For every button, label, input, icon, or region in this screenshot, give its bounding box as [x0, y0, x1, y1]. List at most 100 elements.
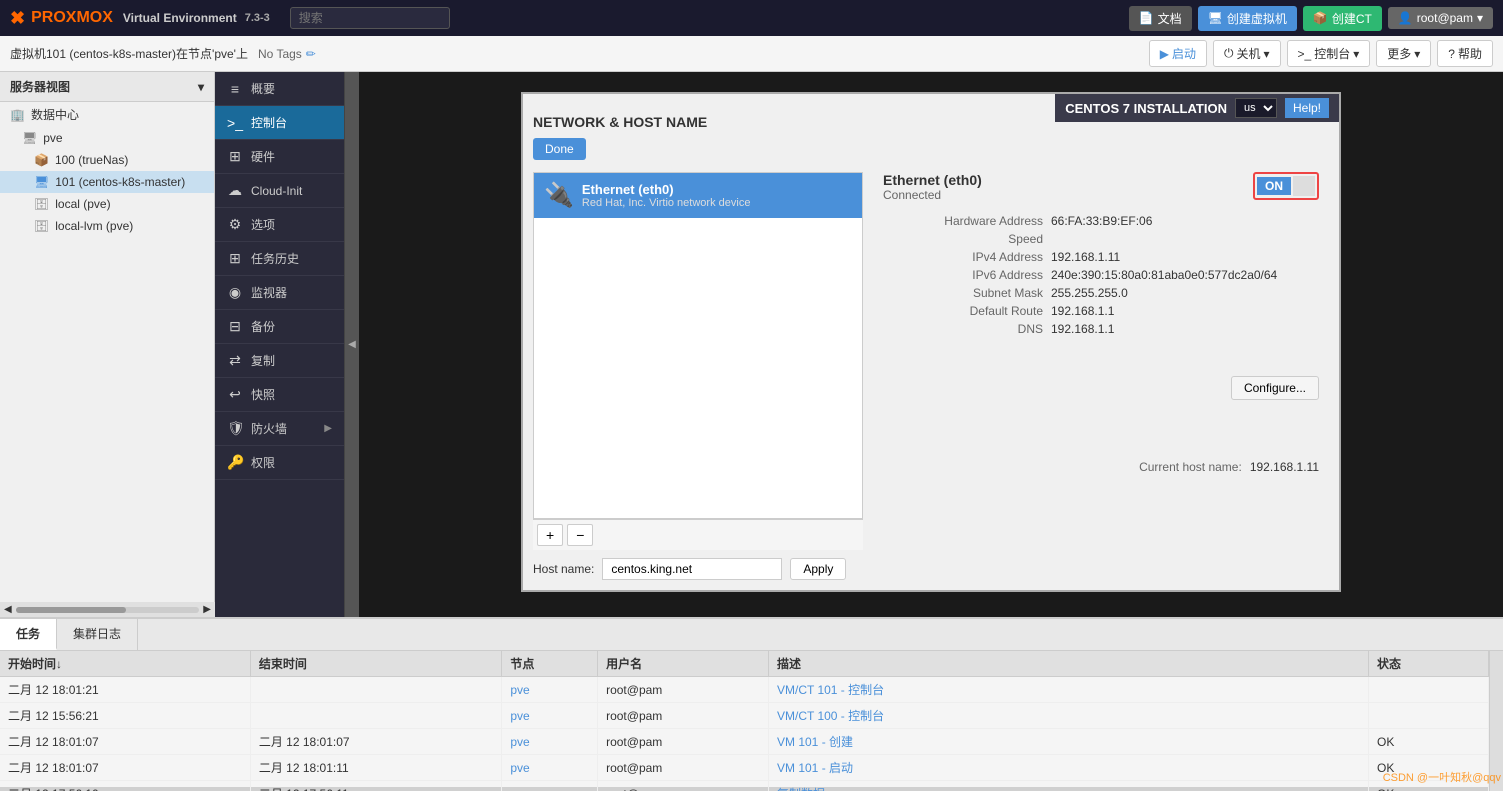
on-off-toggle[interactable]: ON: [1253, 172, 1319, 200]
scroll-left-icon[interactable]: ◀: [4, 604, 12, 615]
task-table: 开始时间↓ 结束时间 节点 用户名 描述 状态 二月 12 18:01:21 p…: [0, 651, 1489, 791]
nic-details-title-area: Ethernet (eth0) Connected: [883, 172, 982, 202]
tab-cluster-log[interactable]: 集群日志: [57, 619, 138, 650]
col-desc[interactable]: 描述: [769, 651, 1369, 677]
hostname-input[interactable]: [602, 558, 782, 580]
help-button[interactable]: ? 帮助: [1437, 40, 1493, 67]
content-area: CENTOS 7 INSTALLATION us Help! NETWORK &…: [359, 72, 1503, 617]
cell-node: pve: [502, 703, 598, 729]
cell-start: 二月 12 18:01:07: [0, 729, 250, 755]
table-row: 二月 12 18:01:21 pve root@pam VM/CT 101 - …: [0, 677, 1489, 703]
search-input[interactable]: [290, 7, 450, 29]
default-route-label: Default Route: [883, 304, 1043, 318]
col-username[interactable]: 用户名: [598, 651, 769, 677]
watermark: CSDN @一叶知秋@qqv: [1383, 769, 1501, 785]
sidebar-scrollbar-thumb: [16, 607, 126, 613]
sidebar: 服务器视图 ▾ 🏢 数据中心 🖥 pve 📦 100 (trueNas) 🖥 1…: [0, 72, 215, 617]
menu-item-snapshot[interactable]: ↩ 快照: [215, 378, 344, 412]
menu-item-console[interactable]: >_ 控制台: [215, 106, 344, 140]
collapse-handle[interactable]: ◀: [345, 72, 359, 617]
apply-hostname-button[interactable]: Apply: [790, 558, 846, 580]
sidebar-item-pve[interactable]: 🖥 pve: [0, 127, 214, 149]
hardware-icon: ⊞: [227, 148, 243, 165]
cell-start: 二月 12 18:01:07: [0, 755, 250, 781]
shutdown-button[interactable]: ⏻ 关机 ▾: [1213, 40, 1281, 67]
network-layout: 🔌 Ethernet (eth0) Red Hat, Inc. Virtio n…: [533, 172, 1329, 580]
nic-details-panel: Ethernet (eth0) Connected ON H: [873, 172, 1329, 580]
console-screen: CENTOS 7 INSTALLATION us Help! NETWORK &…: [359, 72, 1503, 617]
bottom-panel: 任务 集群日志 开始时间↓ 结束时间 节点 用户名 描述 状态 二月 12 18…: [0, 617, 1503, 787]
more-button[interactable]: 更多 ▾: [1376, 40, 1431, 67]
sidebar-scrollbar[interactable]: [16, 607, 200, 613]
sidebar-item-100[interactable]: 📦 100 (trueNas): [0, 149, 214, 171]
sidebar-item-datacenter[interactable]: 🏢 数据中心: [0, 102, 214, 127]
configure-button[interactable]: Configure...: [1231, 376, 1319, 400]
nic-add-button[interactable]: +: [537, 524, 563, 546]
language-select[interactable]: us: [1235, 98, 1277, 118]
cell-node: pve: [502, 781, 598, 791]
start-button[interactable]: ▶ 启动: [1149, 40, 1207, 67]
table-row: 二月 12 18:01:07 二月 12 18:01:11 pve root@p…: [0, 755, 1489, 781]
installer-title: CENTOS 7 INSTALLATION: [1065, 101, 1227, 116]
sidebar-item-local[interactable]: 🗄 local (pve): [0, 193, 214, 215]
nic-info: Ethernet (eth0) Red Hat, Inc. Virtio net…: [582, 182, 751, 209]
nic-remove-button[interactable]: −: [567, 524, 593, 546]
menu-item-backup[interactable]: ⊟ 备份: [215, 310, 344, 344]
cell-desc: VM 101 - 启动: [769, 755, 1369, 781]
sidebar-item-101[interactable]: 🖥 101 (centos-k8s-master): [0, 171, 214, 193]
ipv6-value: 240e:390:15:80a0:81aba0e0:577dc2a0/64: [1051, 268, 1277, 282]
user-menu-button[interactable]: 👤 root@pam ▾: [1388, 7, 1493, 29]
user-icon: 👤: [1398, 11, 1413, 25]
storage-icon: 🗄: [34, 197, 49, 211]
cell-node: pve: [502, 729, 598, 755]
hostname-label: Host name:: [533, 562, 594, 576]
create-vm-button[interactable]: 🖥 创建虚拟机: [1198, 6, 1297, 31]
nic-list-panel: 🔌 Ethernet (eth0) Red Hat, Inc. Virtio n…: [533, 172, 863, 580]
nic-list: 🔌 Ethernet (eth0) Red Hat, Inc. Virtio n…: [533, 172, 863, 519]
menu-item-cloud-init[interactable]: ☁ Cloud-Init: [215, 174, 344, 208]
ct-icon: 📦: [34, 153, 49, 167]
console-icon: >_: [1298, 47, 1312, 61]
menu-item-monitor[interactable]: ◉ 监视器: [215, 276, 344, 310]
nic-network-icon: 🔌: [544, 181, 574, 210]
current-hostname-label: Current host name:: [1139, 460, 1242, 474]
nic-item-eth0[interactable]: 🔌 Ethernet (eth0) Red Hat, Inc. Virtio n…: [534, 173, 862, 218]
nic-connected-status: Connected: [883, 188, 982, 202]
firewall-icon: 🛡: [227, 420, 243, 437]
hw-address-value: 66:FA:33:B9:EF:06: [1051, 214, 1152, 228]
cell-desc: VM/CT 100 - 控制台: [769, 703, 1369, 729]
menu-item-firewall[interactable]: 🛡 防火墙 ▶: [215, 412, 344, 446]
col-end-time[interactable]: 结束时间: [250, 651, 502, 677]
menu-item-task-history[interactable]: ⊞ 任务历史: [215, 242, 344, 276]
sidebar-expand-icon[interactable]: ▾: [198, 80, 204, 94]
proxmox-logo-icon: ✖: [10, 8, 25, 29]
table-row: 二月 12 18:01:07 二月 12 18:01:07 pve root@p…: [0, 729, 1489, 755]
tab-task[interactable]: 任务: [0, 619, 57, 650]
on-button[interactable]: ON: [1257, 177, 1291, 195]
vm-path: 虚拟机101 (centos-k8s-master)在节点'pve'上: [10, 45, 248, 62]
installer-help-button[interactable]: Help!: [1285, 98, 1329, 118]
ipv6-label: IPv6 Address: [883, 268, 1043, 282]
search-area: [290, 7, 450, 29]
menu-item-summary[interactable]: ≡ 概要: [215, 72, 344, 106]
cell-desc: 复制数据: [769, 781, 1369, 791]
col-status[interactable]: 状态: [1369, 651, 1489, 677]
menu-item-replicate[interactable]: ⇄ 复制: [215, 344, 344, 378]
cell-start: 二月 12 17:56:10: [0, 781, 250, 791]
subnet-label: Subnet Mask: [883, 286, 1043, 300]
create-ct-button[interactable]: 📦 创建CT: [1303, 6, 1382, 31]
console-button[interactable]: >_ 控制台 ▾: [1287, 40, 1371, 67]
cell-end: 二月 12 17:56:11: [250, 781, 502, 791]
docs-button[interactable]: 📄 文档: [1129, 6, 1192, 31]
sidebar-item-local-lvm[interactable]: 🗄 local-lvm (pve): [0, 215, 214, 237]
hw-address-label: Hardware Address: [883, 214, 1043, 228]
cell-user: root@pam: [598, 781, 769, 791]
menu-item-options[interactable]: ⚙ 选项: [215, 208, 344, 242]
col-start-time[interactable]: 开始时间↓: [0, 651, 250, 677]
edit-tags-icon[interactable]: ✏: [306, 47, 316, 61]
menu-item-permissions[interactable]: 🔑 权限: [215, 446, 344, 480]
menu-item-hardware[interactable]: ⊞ 硬件: [215, 140, 344, 174]
col-node[interactable]: 节点: [502, 651, 598, 677]
scroll-right-icon[interactable]: ▶: [203, 604, 211, 615]
done-button[interactable]: Done: [533, 138, 586, 160]
